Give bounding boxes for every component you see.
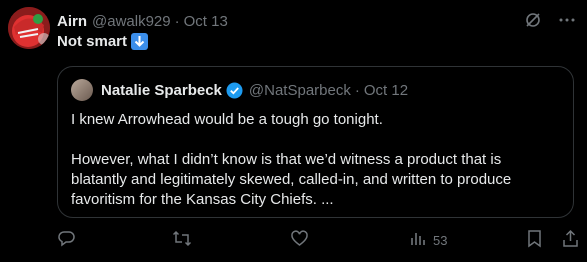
bookmark-icon: [526, 229, 543, 251]
quoted-author-avatar[interactable]: [71, 79, 93, 101]
retweet-icon: [172, 229, 192, 251]
share-icon: [561, 229, 580, 251]
more-icon[interactable]: [557, 10, 577, 30]
tweet-text: Not smart: [57, 33, 149, 50]
tweet-text-content: Not smart: [57, 33, 128, 50]
down-arrow-emoji: [131, 33, 149, 50]
author-name[interactable]: Airn: [57, 13, 87, 30]
views-button[interactable]: 53: [408, 228, 447, 252]
quoted-tweet-date[interactable]: Oct 12: [364, 82, 408, 99]
quoted-paragraph-1: I knew Arrowhead would be a tough go ton…: [71, 111, 383, 128]
separator-dot: ·: [354, 81, 360, 99]
tweet-top-actions: [523, 10, 577, 30]
author-handle[interactable]: @awalk929: [92, 13, 171, 30]
grok-icon[interactable]: [523, 10, 543, 30]
quoted-tweet-body: I knew Arrowhead would be a tough go ton…: [71, 110, 561, 210]
like-icon: [290, 229, 309, 251]
quoted-author-name[interactable]: Natalie Sparbeck: [101, 82, 222, 99]
author-avatar[interactable]: [8, 7, 50, 49]
views-icon: [408, 229, 427, 251]
reply-button[interactable]: [57, 228, 76, 252]
share-button[interactable]: [561, 228, 580, 252]
quoted-tweet[interactable]: Natalie Sparbeck @NatSparbeck · Oct 12 I…: [57, 66, 574, 218]
tweet-date[interactable]: Oct 13: [184, 13, 228, 30]
retweet-button[interactable]: [172, 228, 192, 252]
quoted-tweet-header: Natalie Sparbeck @NatSparbeck · Oct 12: [71, 79, 408, 101]
quoted-author-handle[interactable]: @NatSparbeck: [249, 82, 351, 99]
views-count: 53: [433, 232, 448, 248]
like-button[interactable]: [290, 228, 309, 252]
quoted-paragraph-2: However, what I didn’t know is that we’d…: [71, 151, 512, 208]
separator-dot: ·: [174, 12, 180, 30]
tweet-header: Airn @awalk929 · Oct 13: [57, 11, 228, 31]
reply-icon: [57, 229, 76, 251]
verified-badge-icon: [226, 82, 243, 99]
tweet-actions-bar: 53: [57, 228, 587, 252]
bookmark-button[interactable]: [526, 228, 543, 252]
